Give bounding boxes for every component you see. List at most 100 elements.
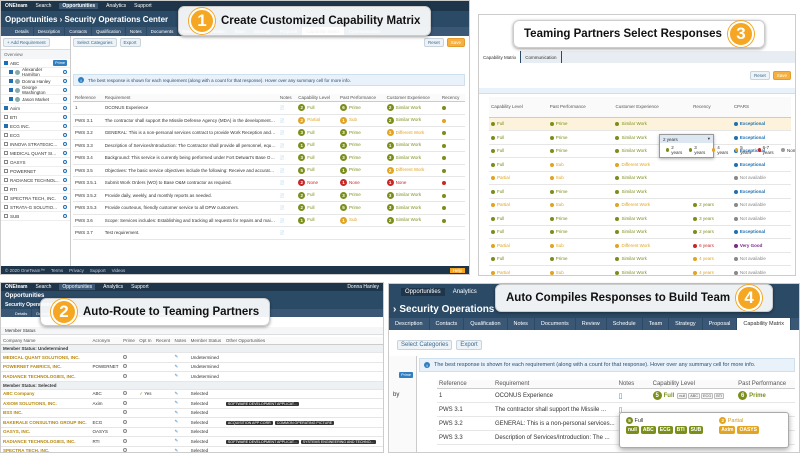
- tab-qualification[interactable]: Qualification: [464, 318, 508, 330]
- nav-search[interactable]: Search: [36, 3, 52, 9]
- recency-cell[interactable]: 3 years: [691, 211, 732, 226]
- recency-cell[interactable]: 2 years: [691, 225, 732, 239]
- radio[interactable]: [63, 151, 67, 155]
- column-header[interactable]: Capability Level: [296, 94, 338, 102]
- notes-cell[interactable]: ✎: [172, 408, 189, 418]
- table-row[interactable]: Full Prime Similar Work Exceptional: [489, 184, 791, 199]
- checkbox[interactable]: [4, 214, 8, 218]
- column-header[interactable]: Notes: [172, 337, 189, 345]
- table-row[interactable]: PWS 3.5.2 Provide daily, weekly, and mont…: [73, 189, 465, 202]
- column-header[interactable]: Recency: [691, 97, 732, 118]
- recency-cell[interactable]: [439, 226, 465, 240]
- table-row[interactable]: Partial Sub Similar Work 4 years Not availab…: [489, 265, 791, 275]
- nav-opportunities[interactable]: Opportunities: [59, 3, 99, 9]
- tab-review[interactable]: Review: [576, 318, 607, 330]
- partner-chip[interactable]: ECG: [701, 392, 714, 399]
- table-row[interactable]: PWS 3.2 GENERAL: This is a non-personal s…: [73, 126, 465, 140]
- note-icon[interactable]: 📄: [280, 118, 285, 123]
- checkbox[interactable]: [4, 133, 8, 137]
- prime-radio[interactable]: [123, 419, 128, 424]
- recency-cell[interactable]: [691, 184, 732, 199]
- checkbox[interactable]: [4, 124, 8, 128]
- company-name[interactable]: RADIANCE TECHNOLOGIES, INC.: [1, 371, 91, 382]
- sidebar-item[interactable]: BTI: [1, 113, 70, 122]
- cpars-cell[interactable]: Not available: [731, 198, 791, 212]
- pp-cell[interactable]: [337, 226, 385, 240]
- notes-cell[interactable]: 📄: [277, 226, 297, 240]
- ce-cell[interactable]: Similar Work: [613, 171, 692, 185]
- reset-button[interactable]: Reset: [423, 38, 444, 47]
- table-row[interactable]: Partial Sub Different Work 6 years Very Good: [489, 238, 791, 253]
- pp-cell[interactable]: Prime: [547, 225, 614, 239]
- cpars-cell[interactable]: Not available: [731, 265, 791, 275]
- notes-cell[interactable]: 📄: [277, 139, 297, 152]
- column-header[interactable]: Recency: [439, 94, 465, 102]
- recency-cell[interactable]: [691, 157, 732, 172]
- recency-cell[interactable]: [439, 164, 465, 177]
- recency-cell[interactable]: 4 years: [691, 265, 732, 275]
- radio[interactable]: [63, 214, 67, 218]
- table-row[interactable]: Full Prime Similar Work Exceptional: [489, 130, 791, 145]
- member-status-cell[interactable]: Selected: [188, 408, 224, 418]
- pp-cell[interactable]: 1 Sub: [337, 214, 385, 227]
- pp-cell[interactable]: 3 Prime: [337, 151, 385, 165]
- cap-cell[interactable]: Full: [489, 225, 548, 239]
- table-row[interactable]: BSS INC. ✎ Selected: [1, 408, 383, 418]
- column-header[interactable]: Capability Level: [650, 380, 737, 389]
- checkbox[interactable]: [9, 88, 13, 92]
- prime-radio[interactable]: [123, 438, 128, 443]
- cpars-cell[interactable]: Not available: [731, 252, 791, 266]
- footer-videos-link[interactable]: Videos: [112, 268, 126, 273]
- notes-cell[interactable]: ✎: [172, 417, 189, 428]
- tab-capability-matrix[interactable]: Capability Matrix: [479, 51, 522, 63]
- column-header[interactable]: CPARS: [731, 97, 791, 118]
- sidebar-item[interactable]: OASYS: [1, 158, 70, 167]
- dropdown-option[interactable]: None: [778, 147, 795, 154]
- note-icon[interactable]: ✎: [175, 400, 179, 405]
- footer-terms-link[interactable]: Terms: [51, 268, 63, 273]
- checkbox[interactable]: [9, 97, 13, 101]
- partner-chip[interactable]: ABC: [688, 392, 701, 399]
- cap-cell[interactable]: Partial: [489, 198, 548, 212]
- opportunity-tag[interactable]: SOFTWARE DEVELOPMENT APPLICAT...: [225, 439, 299, 444]
- nav-support[interactable]: Support: [134, 3, 152, 9]
- checkbox[interactable]: [4, 178, 8, 182]
- dropdown-option[interactable]: 2 years: [663, 144, 686, 156]
- table-row[interactable]: SPECTRA TECH, INC. ✎ Selected: [1, 446, 383, 452]
- pp-cell[interactable]: Sub: [547, 171, 614, 185]
- recency-cell[interactable]: [691, 171, 732, 185]
- column-header[interactable]: Customer Experience: [613, 97, 692, 118]
- recency-cell[interactable]: 4 years: [691, 252, 732, 266]
- notes-cell[interactable]: ✎: [172, 446, 189, 452]
- member-status-cell[interactable]: Selected: [188, 436, 224, 447]
- add-requirement-button[interactable]: + Add Requirement: [3, 38, 50, 47]
- sidebar-item[interactable]: ECG: [1, 131, 70, 140]
- ce-cell[interactable]: 1 Similar Work: [384, 139, 440, 152]
- ce-cell[interactable]: Similar Work: [613, 252, 692, 266]
- tab-documents[interactable]: Documents: [147, 27, 179, 36]
- ce-cell[interactable]: Different Work: [613, 238, 692, 253]
- table-row[interactable]: PWS 3.6 Scope: Services includes: Establi…: [73, 214, 465, 227]
- note-icon[interactable]: 📄: [280, 205, 285, 210]
- cap-cell[interactable]: Full: [489, 117, 548, 131]
- column-header[interactable]: Capability Level: [489, 97, 548, 118]
- note-icon[interactable]: 📄: [280, 218, 285, 223]
- note-icon[interactable]: 📄: [280, 155, 285, 160]
- nav-analytics[interactable]: Analytics: [106, 3, 126, 9]
- prime-cell[interactable]: [121, 389, 138, 399]
- recency-cell[interactable]: [439, 126, 465, 140]
- cpars-cell[interactable]: Exceptional: [731, 184, 791, 199]
- cap-cell[interactable]: 5 Full: [296, 164, 338, 177]
- company-name[interactable]: POWERNET FABRICS, INC.: [1, 362, 91, 372]
- note-icon[interactable]: ✎: [175, 373, 179, 378]
- column-header[interactable]: Customer Experience: [384, 94, 440, 102]
- cap-cell[interactable]: Full: [489, 252, 548, 266]
- notes-cell[interactable]: 📄: [277, 151, 297, 165]
- cpars-cell[interactable]: Not available: [731, 211, 791, 226]
- table-row[interactable]: PWS 3.3 Description of Services/Introduct…: [73, 139, 465, 152]
- radio[interactable]: [63, 88, 67, 92]
- table-row[interactable]: Full Prime Similar Work 2 years Exceptional: [489, 225, 791, 239]
- dropdown-option[interactable]: 3 years: [686, 144, 709, 156]
- partner-chip[interactable]: ECG: [657, 426, 673, 434]
- pp-cell[interactable]: 1 Prime: [337, 164, 385, 177]
